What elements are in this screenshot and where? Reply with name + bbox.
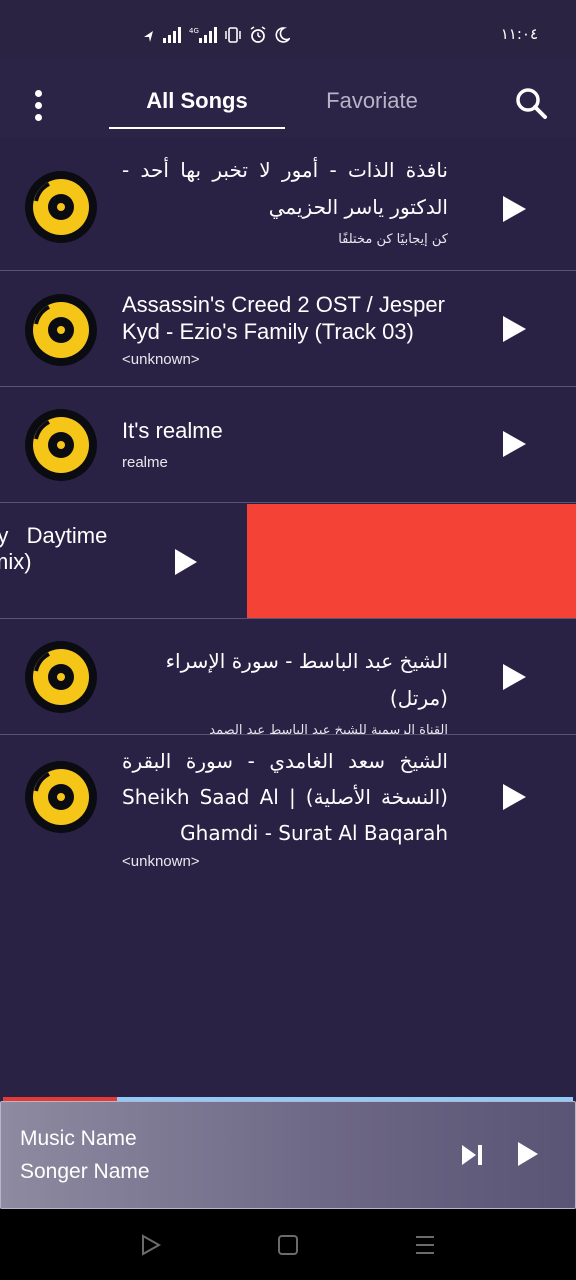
disc-icon — [25, 641, 97, 713]
play-icon[interactable] — [500, 662, 528, 692]
alarm-icon — [250, 26, 266, 43]
play-icon[interactable] — [500, 782, 528, 812]
mini-player-songer-name: Songer Name — [20, 1160, 150, 1183]
recents-menu-icon[interactable] — [414, 1234, 436, 1256]
song-artist: realme — [122, 454, 168, 471]
song-title: It's realme — [122, 418, 223, 443]
play-icon[interactable] — [500, 194, 528, 224]
tab-favoriate[interactable]: Favoriate — [300, 88, 444, 114]
kebab-menu-icon[interactable] — [28, 88, 50, 122]
list-item[interactable]: It's realme realme — [0, 387, 576, 503]
status-bar: 4G ١١:٠٤ — [0, 0, 576, 58]
song-title: الشيخ عبد الباسط - سورة الإسراء (مرتل) — [165, 649, 448, 710]
back-triangle-icon[interactable] — [140, 1234, 162, 1256]
svg-text:4G: 4G — [189, 27, 199, 35]
list-item[interactable]: Assassin's Creed 2 OST / Jesper Kyd - Ez… — [0, 271, 576, 387]
disc-icon — [25, 171, 97, 243]
play-icon[interactable] — [173, 547, 199, 577]
song-title: الشيخ سعد الغامدي - سورة البقرة (النسخة … — [122, 749, 448, 845]
skip-next-icon[interactable] — [459, 1142, 485, 1168]
song-title: ry Daytime mix) — [0, 523, 107, 575]
list-item[interactable]: نافذة الذات - أمور لا تخبر بها أحد - الد… — [0, 138, 576, 271]
tab-all-songs[interactable]: All Songs — [110, 88, 284, 114]
song-artist: القناة الرسمية للشيخ عبد الباسط عبد الصم… — [209, 723, 448, 735]
mini-player[interactable]: Music Name Songer Name — [0, 1101, 576, 1209]
4g-signal-icon: 4G — [189, 27, 217, 43]
song-list: نافذة الذات - أمور لا تخبر بها أحد - الد… — [0, 138, 576, 879]
list-item[interactable]: الشيخ سعد الغامدي - سورة البقرة (النسخة … — [0, 735, 576, 879]
system-nav-bar — [0, 1209, 576, 1280]
play-icon[interactable] — [516, 1140, 540, 1168]
vibrate-icon — [225, 27, 241, 43]
swiped-list-item[interactable]: ry Daytime mix) — [0, 503, 576, 619]
song-title: نافذة الذات - أمور لا تخبر بها أحد - الد… — [122, 158, 448, 219]
swipe-delete-background[interactable] — [247, 504, 576, 618]
list-item[interactable]: الشيخ عبد الباسط - سورة الإسراء (مرتل) ا… — [0, 619, 576, 735]
signal-icon — [163, 27, 181, 43]
home-square-icon[interactable] — [277, 1234, 299, 1256]
play-icon[interactable] — [500, 429, 528, 459]
disc-icon — [25, 409, 97, 481]
active-tab-indicator — [109, 127, 285, 129]
app-header: All Songs Favoriate — [0, 58, 576, 138]
song-artist: كن إيجابيًا كن مختلفًا — [338, 232, 448, 247]
swiped-title-line2: mix) — [0, 549, 32, 574]
swiped-title-line1: ry Daytime — [0, 523, 108, 548]
song-title: Assassin's Creed 2 OST / Jesper Kyd - Ez… — [122, 292, 445, 344]
moon-icon — [275, 27, 290, 43]
song-artist: <unknown> — [122, 853, 200, 870]
disc-icon — [25, 761, 97, 833]
status-time: ١١:٠٤ — [500, 25, 538, 43]
location-arrow-icon — [144, 31, 153, 42]
play-icon[interactable] — [500, 314, 528, 344]
disc-icon — [25, 294, 97, 366]
mini-player-music-name: Music Name — [20, 1127, 137, 1150]
song-artist: <unknown> — [122, 351, 200, 368]
search-icon[interactable] — [514, 86, 548, 120]
status-icons: 4G — [143, 26, 290, 44]
